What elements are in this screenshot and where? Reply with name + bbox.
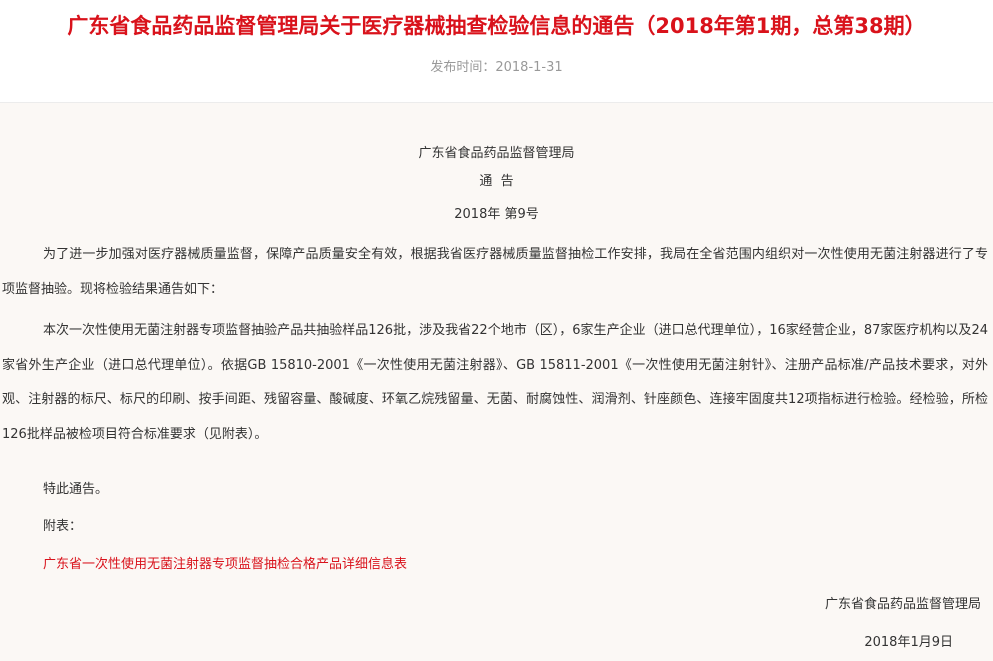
paragraph-intro: 为了进一步加强对医疗器械质量监督，保障产品质量安全有效，根据我省医疗器械质量监督…: [2, 247, 988, 297]
special-notice: 特此通告。: [43, 482, 109, 497]
signature-issuer: 广东省食品药品监督管理局: [824, 597, 981, 612]
article-header: 广东省食品药品监督管理局关于医疗器械抽查检验信息的通告（2018年第1期，总第3…: [0, 0, 993, 103]
article-body: 广东省食品药品监督管理局 通 告 2018年 第9号 为了进一步加强对医疗器械质…: [0, 103, 993, 661]
signature-date: 2018年1月9日: [864, 635, 953, 650]
article-title: 广东省食品药品监督管理局关于医疗器械抽查检验信息的通告（2018年第1期，总第3…: [67, 14, 926, 38]
notice-number: 2018年 第9号: [454, 207, 539, 222]
attachment-link[interactable]: 广东省一次性使用无菌注射器专项监督抽检合格产品详细信息表: [43, 557, 407, 572]
publish-date: 发布时间：2018-1-31: [430, 60, 563, 75]
notice-heading: 通 告: [479, 174, 514, 189]
attachment-label: 附表：: [43, 519, 83, 534]
notice-issuer: 广东省食品药品监督管理局: [418, 146, 575, 161]
paragraph-results: 本次一次性使用无菌注射器专项监督抽验产品共抽验样品126批，涉及我省22个地市（…: [2, 323, 988, 442]
